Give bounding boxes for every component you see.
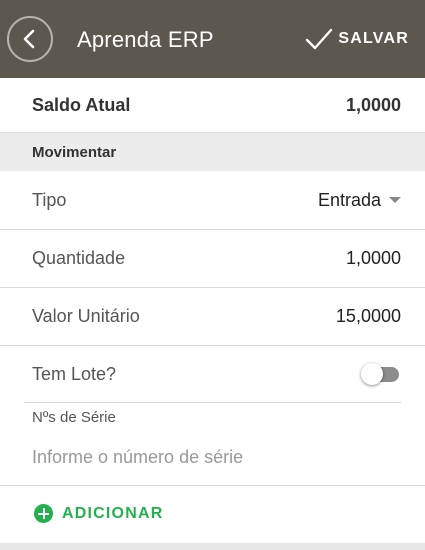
valor-unitario-label: Valor Unitário [32,306,140,326]
plus-circle-icon [34,504,53,523]
quantidade-label: Quantidade [32,248,126,268]
tipo-label: Tipo [32,189,67,210]
add-button-label: ADICIONAR [62,504,164,522]
divider [0,485,425,486]
add-button[interactable]: ADICIONAR [34,504,163,523]
tipo-selected-value: Entrada [317,189,381,210]
saldo-label: Saldo Atual [32,94,131,115]
serie-input[interactable] [32,444,402,470]
tipo-select[interactable]: Tipo Entrada [0,171,425,229]
save-button-label: SALVAR [338,30,409,47]
tem-lote-toggle[interactable] [361,363,401,385]
saldo-row: Saldo Atual 1,0000 [0,78,425,132]
check-icon [306,28,333,50]
app-header: Aprenda ERP SALVAR [0,0,425,78]
app-screen: Aprenda ERP SALVAR Saldo Atual 1,0000 Mo… [0,0,425,550]
chevron-left-icon [23,29,35,49]
quantidade-field[interactable]: Quantidade 1,0000 [0,230,425,287]
back-button[interactable] [7,16,53,62]
saldo-value: 1,0000 [345,94,401,115]
divider [24,402,401,403]
tem-lote-row: Tem Lote? [0,346,425,402]
quantidade-value[interactable]: 1,0000 [346,248,401,269]
section-header: Movimentar [0,133,425,171]
valor-unitario-value[interactable]: 15,0000 [336,306,401,327]
page-title: Aprenda ERP [77,27,214,52]
tem-lote-label: Tem Lote? [32,363,117,384]
valor-unitario-field[interactable]: Valor Unitário 15,0000 [0,288,425,345]
save-button[interactable]: SALVAR [305,25,409,53]
bottom-section-strip [0,543,425,550]
dropdown-arrow-icon [389,197,401,203]
serie-label: Nºs de Série [32,409,116,426]
section-title: Movimentar [32,143,117,161]
toggle-knob [361,363,383,385]
tipo-value: Entrada [318,190,401,211]
